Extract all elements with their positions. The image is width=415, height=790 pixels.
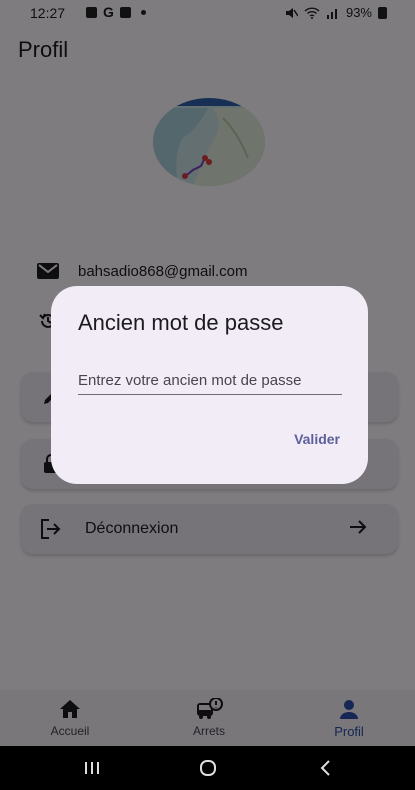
system-navigation-bar <box>0 746 415 790</box>
back-icon <box>320 760 330 776</box>
old-password-dialog: Ancien mot de passe Valider <box>51 286 368 484</box>
home-button[interactable] <box>188 758 228 778</box>
home-circle-icon <box>200 760 216 776</box>
old-password-input[interactable] <box>78 366 342 395</box>
back-button[interactable] <box>305 758 345 778</box>
profile-screen: 12:27 G 93% Profil <box>0 0 415 790</box>
recent-apps-button[interactable] <box>72 758 112 778</box>
valider-button[interactable]: Valider <box>294 431 340 447</box>
dialog-title: Ancien mot de passe <box>78 310 284 335</box>
recent-apps-icon <box>85 762 99 774</box>
